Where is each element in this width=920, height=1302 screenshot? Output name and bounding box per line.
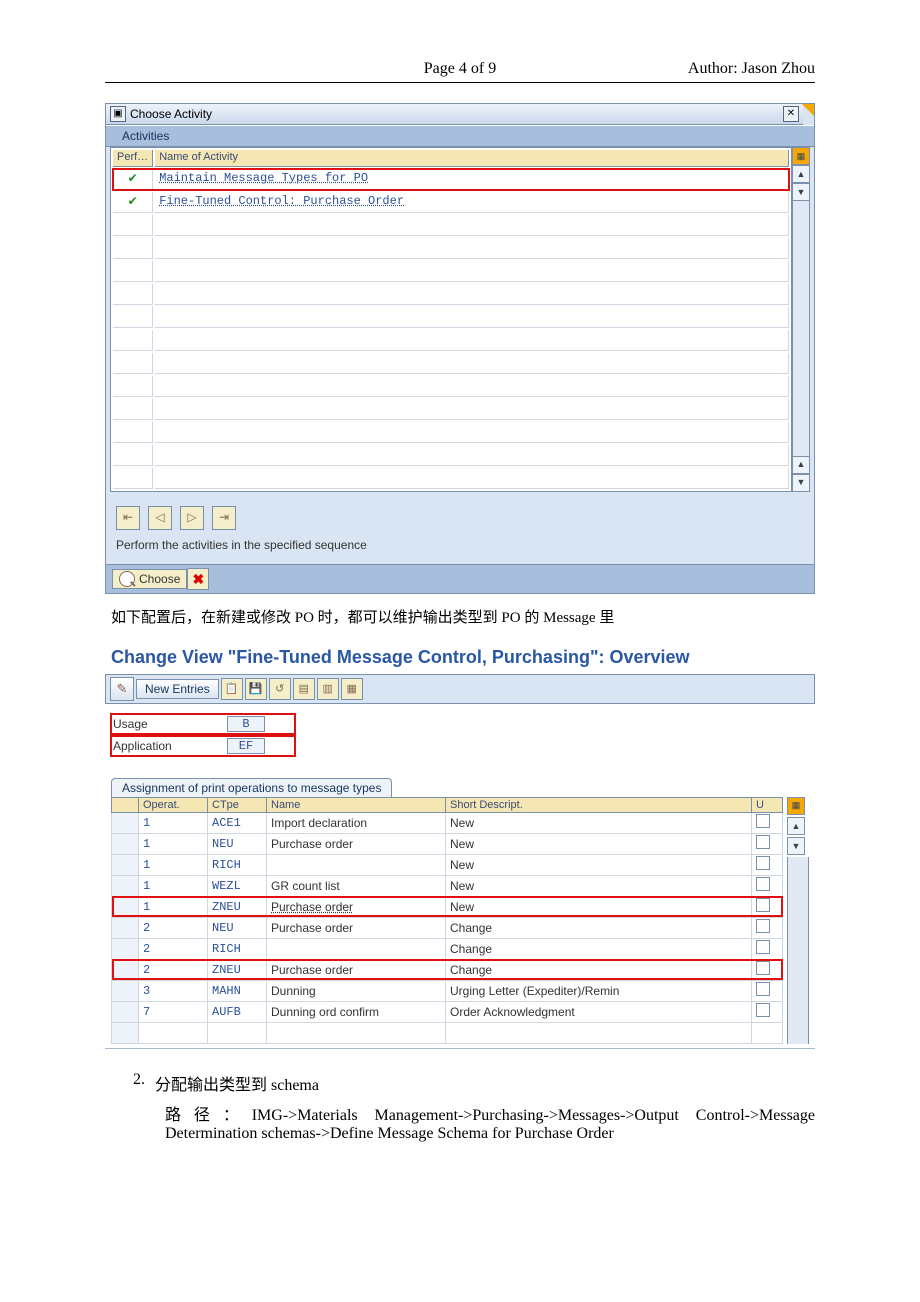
nav-prev-icon[interactable]: ◁ — [148, 506, 172, 530]
application-label: Application — [113, 739, 223, 753]
col-u[interactable]: U — [752, 797, 783, 812]
paragraph: 如下配置后，在新建或修改 PO 时，都可以维护输出类型到 PO 的 Messag… — [111, 606, 815, 627]
save-icon[interactable]: 💾 — [245, 678, 267, 700]
checkbox[interactable] — [756, 814, 770, 828]
table-row — [113, 399, 789, 420]
table-row[interactable]: 2NEUPurchase orderChange — [112, 917, 783, 938]
col-ctpe[interactable]: CTpe — [208, 797, 267, 812]
activity-row[interactable]: ✔ Fine-Tuned Control: Purchase Order — [113, 192, 789, 213]
activity-row[interactable]: ✔ Maintain Message Types for PO — [113, 169, 789, 190]
activity-name: Maintain Message Types for PO — [159, 171, 368, 185]
table-row — [112, 1022, 783, 1043]
table-row[interactable]: 1NEUPurchase orderNew — [112, 833, 783, 854]
table-row[interactable]: 1WEZLGR count listNew — [112, 875, 783, 896]
col-select — [112, 797, 139, 812]
choose-button[interactable]: Choose — [112, 569, 187, 589]
deselect-icon[interactable]: ▥ — [317, 678, 339, 700]
table-config-icon[interactable]: ▦ — [787, 797, 805, 815]
dialog-title: Choose Activity — [130, 107, 212, 121]
usage-field[interactable]: B — [227, 716, 265, 732]
scroll-track[interactable] — [787, 857, 809, 1044]
checkbox[interactable] — [756, 919, 770, 933]
list-text: 分配输出类型到 schema — [155, 1071, 319, 1095]
table-row[interactable]: 7AUFBDunning ord confirmOrder Acknowledg… — [112, 1001, 783, 1022]
scroll-up-icon[interactable]: ▲ — [787, 817, 805, 835]
operations-table: Operat. CTpe Name Short Descript. U 1ACE… — [111, 797, 783, 1044]
table-config-icon[interactable]: ▦ — [792, 147, 810, 165]
page-number: Page 4 of 9 — [105, 60, 815, 78]
resize-corner-icon[interactable] — [802, 104, 814, 116]
table-row — [113, 468, 789, 489]
nav-last-icon[interactable]: ⇥ — [212, 506, 236, 530]
table-row — [113, 376, 789, 397]
table-row[interactable]: 2ZNEUPurchase orderChange — [112, 959, 783, 980]
table-row — [113, 284, 789, 305]
new-entries-button[interactable]: New Entries — [136, 679, 219, 699]
table-row — [113, 238, 789, 259]
scroll-track[interactable] — [792, 201, 810, 455]
nav-first-icon[interactable]: ⇤ — [116, 506, 140, 530]
application-field[interactable]: EF — [227, 738, 265, 754]
table-row[interactable]: 1RICHNew — [112, 854, 783, 875]
checkbox[interactable] — [756, 877, 770, 891]
copy-icon[interactable]: 📋 — [221, 678, 243, 700]
scroll-down-icon[interactable]: ▼ — [792, 183, 810, 201]
table-row[interactable]: 2RICHChange — [112, 938, 783, 959]
table-row — [113, 215, 789, 236]
check-icon: ✔ — [113, 192, 153, 213]
checkbox[interactable] — [756, 835, 770, 849]
checkbox[interactable] — [756, 982, 770, 996]
table-row — [113, 307, 789, 328]
usage-label: Usage — [113, 717, 223, 731]
table-row — [113, 261, 789, 282]
select-all-icon[interactable]: ▤ — [293, 678, 315, 700]
checkbox[interactable] — [756, 898, 770, 912]
table-row[interactable]: 3MAHNDunningUrging Letter (Expediter)/Re… — [112, 980, 783, 1001]
table-row — [113, 445, 789, 466]
checkbox[interactable] — [756, 940, 770, 954]
scroll-down-icon[interactable]: ▼ — [787, 837, 805, 855]
checkbox[interactable] — [756, 856, 770, 870]
header-divider — [105, 82, 815, 83]
scroll-up-icon[interactable]: ▲ — [792, 456, 810, 474]
dialog-icon: ▣ — [110, 106, 126, 122]
col-perf[interactable]: Perf… — [113, 150, 153, 166]
config-path: 路径：IMG->Materials Management->Purchasing… — [165, 1101, 815, 1143]
toolbar: ✎ New Entries 📋 💾 ↺ ▤ ▥ ▦ — [105, 674, 815, 704]
checkbox[interactable] — [756, 961, 770, 975]
col-operat[interactable]: Operat. — [139, 797, 208, 812]
assignment-tab[interactable]: Assignment of print operations to messag… — [111, 778, 392, 797]
table-row — [113, 422, 789, 443]
delimit-icon[interactable]: ▦ — [341, 678, 363, 700]
table-row[interactable]: 1ZNEUPurchase orderNew — [112, 896, 783, 917]
col-name[interactable]: Name — [267, 797, 446, 812]
check-icon: ✔ — [113, 169, 153, 190]
list-number: 2. — [105, 1071, 145, 1095]
change-view-screenshot: Change View "Fine-Tuned Message Control,… — [105, 639, 815, 1049]
edit-icon[interactable]: ✎ — [110, 677, 134, 701]
choose-activity-dialog: ▣ Choose Activity ✕ Activities Perf… Nam… — [105, 103, 815, 594]
table-row — [113, 353, 789, 374]
nav-next-icon[interactable]: ▷ — [180, 506, 204, 530]
activities-section-header: Activities — [106, 125, 814, 147]
instruction-text: Perform the activities in the specified … — [106, 536, 814, 564]
table-row[interactable]: 1ACE1Import declarationNew — [112, 812, 783, 833]
vertical-scrollbar[interactable]: ▦ ▲ ▼ — [787, 797, 809, 1044]
col-desc[interactable]: Short Descript. — [446, 797, 752, 812]
cancel-button[interactable]: ✖ — [187, 568, 209, 590]
close-icon[interactable]: ✕ — [783, 106, 799, 122]
activities-table: Perf… Name of Activity ✔ Maintain Messag… — [110, 147, 792, 491]
activity-name: Fine-Tuned Control: Purchase Order — [159, 194, 404, 208]
undo-icon[interactable]: ↺ — [269, 678, 291, 700]
change-view-title: Change View "Fine-Tuned Message Control,… — [105, 639, 815, 674]
search-icon — [119, 571, 135, 587]
choose-label: Choose — [139, 572, 180, 586]
list-item-2: 2. 分配输出类型到 schema — [105, 1071, 815, 1095]
col-name[interactable]: Name of Activity — [155, 150, 789, 166]
vertical-scrollbar[interactable]: ▦ ▲ ▼ ▲ ▼ — [792, 147, 810, 491]
scroll-down-icon[interactable]: ▼ — [792, 474, 810, 492]
table-row — [113, 330, 789, 351]
checkbox[interactable] — [756, 1003, 770, 1017]
scroll-up-icon[interactable]: ▲ — [792, 165, 810, 183]
